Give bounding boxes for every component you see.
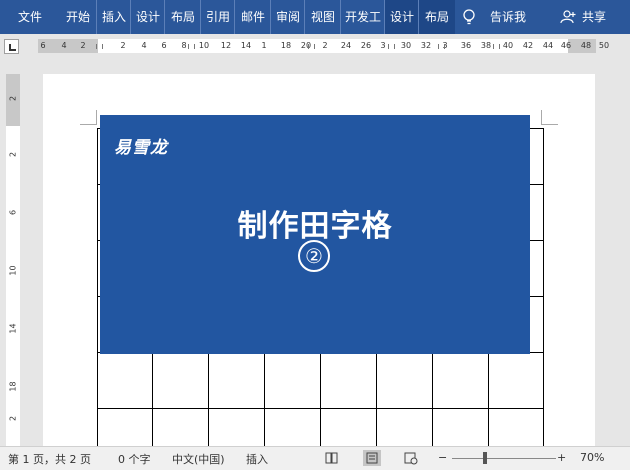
ruler-tick-label: 40 <box>502 41 514 50</box>
vertical-ruler[interactable]: 2 2 6 10 14 18 2 <box>6 74 20 446</box>
zoom-out-button[interactable]: − <box>438 451 447 464</box>
language-indicator[interactable]: 中文(中国) <box>172 451 225 467</box>
ruler-tick-label: 2 <box>322 41 328 50</box>
ruler-tick-label: 30 <box>400 41 412 50</box>
tab-review[interactable]: 审阅 <box>270 0 305 34</box>
crop-mark <box>96 110 97 125</box>
tell-me-label: 告诉我 <box>490 10 527 24</box>
ruler-tick-label: 10 <box>198 41 210 50</box>
ruler-tick-label: 8 <box>181 41 187 50</box>
book-icon <box>325 452 338 464</box>
ruler-tick-label: 24 <box>340 41 352 50</box>
page-count[interactable]: 第 1 页，共 2 页 <box>8 451 91 467</box>
tab-references[interactable]: 引用 <box>200 0 235 34</box>
zoom-level[interactable]: 70% <box>580 451 604 464</box>
banner-title: 制作田字格 <box>237 209 393 244</box>
ruler-tick-label: 1 <box>261 41 267 50</box>
word-count[interactable]: 0 个字 <box>118 451 151 467</box>
web-icon <box>404 452 418 465</box>
ruler-tick-label: 2 <box>120 41 126 50</box>
tab-view[interactable]: 视图 <box>304 0 341 34</box>
ruler-column-marker[interactable] <box>188 44 195 49</box>
ruler-tick-label: 18 <box>280 41 292 50</box>
ruler-tick-label: 38 <box>480 41 492 50</box>
ruler-tick-label: 2 <box>8 415 18 422</box>
read-mode-button[interactable] <box>323 450 341 466</box>
ruler-tick-label: 42 <box>522 41 534 50</box>
tab-design[interactable]: 设计 <box>130 0 165 34</box>
print-layout-button[interactable] <box>363 450 381 466</box>
person-icon <box>560 10 576 24</box>
banner-number: ② <box>298 240 330 272</box>
crop-mark <box>541 110 542 125</box>
tab-table-design[interactable]: 设计 <box>384 0 419 34</box>
ruler-tick-label: 48 <box>580 41 592 50</box>
crop-mark <box>80 124 97 125</box>
tab-insert[interactable]: 插入 <box>96 0 131 34</box>
ruler-tick-label: 2 <box>8 151 18 158</box>
ruler-column-marker[interactable] <box>493 44 500 49</box>
ruler-tick-label: 4 <box>141 41 147 50</box>
ruler-column-marker[interactable] <box>388 44 395 49</box>
ruler-tick-label: 14 <box>8 323 18 334</box>
horizontal-ruler[interactable]: 6 4 2 2 4 6 8 10 12 14 1 18 20 2 24 26 3 30 32 3 36 38 40 42 44 4… <box>38 39 609 53</box>
zoom-slider-track[interactable] <box>452 458 556 459</box>
tab-developer[interactable]: 开发工 <box>340 0 385 34</box>
ruler-tick-label: 44 <box>542 41 554 50</box>
tab-file[interactable]: 文件 <box>10 0 50 34</box>
ribbon-tab-bar: 文件 开始 插入 设计 布局 引用 邮件 审阅 视图 开发工 设计 布局 告诉我… <box>0 0 630 34</box>
tab-layout[interactable]: 布局 <box>164 0 201 34</box>
share-label: 共享 <box>582 10 607 24</box>
ruler-tick-label: 2 <box>8 95 18 102</box>
brand-logo: 易雪龙 <box>114 138 168 158</box>
ruler-tick-label: 10 <box>8 265 18 276</box>
ruler-tick-label: 3 <box>380 41 386 50</box>
ruler-tick-label: 4 <box>61 41 67 50</box>
ruler-tick-label: 12 <box>220 41 232 50</box>
ruler-tick-label: 2 <box>80 41 86 50</box>
ruler-tick-label: 18 <box>8 381 18 392</box>
ruler-column-marker[interactable] <box>438 44 445 49</box>
tab-mailings[interactable]: 邮件 <box>234 0 271 34</box>
crop-mark <box>541 124 558 125</box>
title-banner: 易雪龙 制作田字格 ② <box>100 115 530 354</box>
ruler-tick-label: 6 <box>161 41 167 50</box>
ruler-tick-label: 46 <box>560 41 572 50</box>
lightbulb-icon <box>463 9 475 25</box>
ruler-tick-label: 26 <box>360 41 372 50</box>
tab-table-layout[interactable]: 布局 <box>418 0 455 34</box>
ruler-tick-label: 36 <box>460 41 472 50</box>
tab-selector-button[interactable] <box>4 39 19 54</box>
ruler-column-marker[interactable] <box>96 44 103 49</box>
web-layout-button[interactable] <box>402 450 420 466</box>
zoom-in-button[interactable]: + <box>557 451 566 464</box>
page-icon <box>366 452 378 464</box>
ruler-column-marker[interactable] <box>308 44 315 49</box>
ruler-tick-label: 6 <box>40 41 46 50</box>
ruler-tick-label: 50 <box>598 41 610 50</box>
status-bar: 第 1 页，共 2 页 0 个字 中文(中国) 插入 − + 70% <box>0 446 630 470</box>
insert-mode[interactable]: 插入 <box>246 451 268 467</box>
ruler-tick-label: 32 <box>420 41 432 50</box>
ruler-tick-label: 6 <box>8 209 18 216</box>
zoom-slider-thumb[interactable] <box>483 452 487 464</box>
tab-home[interactable]: 开始 <box>60 0 96 34</box>
ruler-tick-label: 14 <box>240 41 252 50</box>
